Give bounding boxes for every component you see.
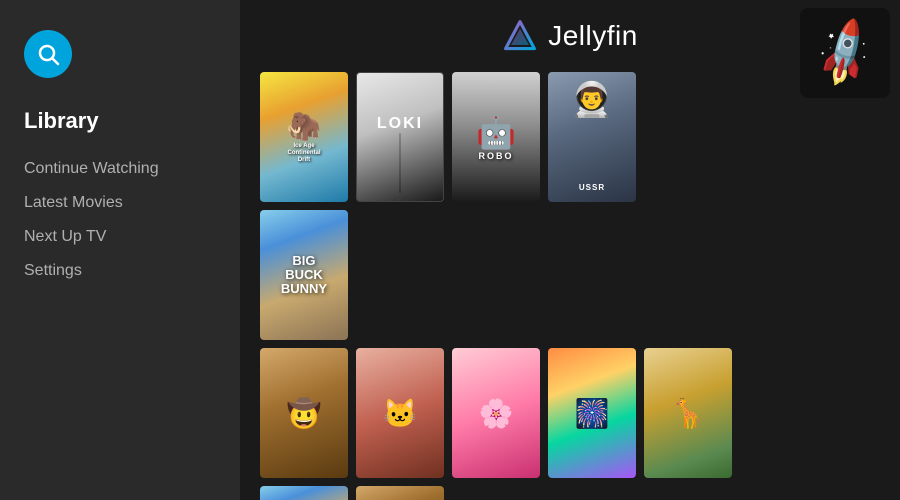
movie-card-robo[interactable]: 🤖 ROBO [452, 72, 540, 202]
loki-title-overlay: LOKI [377, 115, 423, 133]
movie-row-4: Big BuckBunny 🤠 [260, 486, 880, 500]
movie-card-space[interactable]: 👨‍🚀 USSR [548, 72, 636, 202]
movie-card-giraffe[interactable]: 🦒 [644, 348, 732, 478]
app-title: Jellyfin [548, 20, 638, 52]
movie-row-2: BigBuckBunny [260, 210, 880, 340]
sidebar-item-latest-movies[interactable]: Latest Movies [24, 186, 216, 220]
jellyfin-logo: Jellyfin [502, 18, 638, 54]
header: Jellyfin 🚀 [240, 0, 900, 72]
movie-card-cowboy[interactable]: 🤠 [260, 348, 348, 478]
movie-card-big-buck-bunny-2[interactable]: Big BuckBunny [260, 486, 348, 500]
movie-card-ice-age[interactable]: 🦣 Ice AgeContinentalDrift [260, 72, 348, 202]
jellyfin-logo-icon [502, 18, 538, 54]
movie-card-loki[interactable]: LOKI [356, 72, 444, 202]
search-icon [36, 42, 60, 66]
content-area: 🦣 Ice AgeContinentalDrift LOKI 🤖 ROBO [240, 72, 900, 500]
rocket-icon-widget[interactable]: 🚀 [800, 8, 890, 98]
movie-card-cat[interactable]: 🐱 [356, 348, 444, 478]
movie-card-pink[interactable]: 🌸 [452, 348, 540, 478]
movie-row-3: 🤠 🐱 🌸 🎆 🦒 [260, 348, 880, 478]
sidebar-item-settings[interactable]: Settings [24, 254, 216, 288]
main-content: Jellyfin 🚀 🦣 Ice AgeContinentalDrift [240, 0, 900, 500]
ussr-overlay: USSR [579, 183, 605, 192]
sidebar-nav: Library Continue Watching Latest Movies … [0, 108, 240, 288]
sidebar-item-next-up-tv[interactable]: Next Up TV [24, 220, 216, 254]
movie-row-1: 🦣 Ice AgeContinentalDrift LOKI 🤖 ROBO [260, 72, 880, 202]
library-header: Library [24, 108, 216, 134]
movie-card-colorful[interactable]: 🎆 [548, 348, 636, 478]
sidebar: Library Continue Watching Latest Movies … [0, 0, 240, 500]
sidebar-item-continue-watching[interactable]: Continue Watching [24, 152, 216, 186]
search-button[interactable] [24, 30, 72, 78]
movie-card-big-buck-bunny[interactable]: BigBuckBunny [260, 210, 348, 340]
bbb-overlay: BigBuckBunny [260, 210, 348, 340]
movie-card-cowboy-2[interactable]: 🤠 [356, 486, 444, 500]
rocket-emoji: 🚀 [805, 13, 885, 92]
